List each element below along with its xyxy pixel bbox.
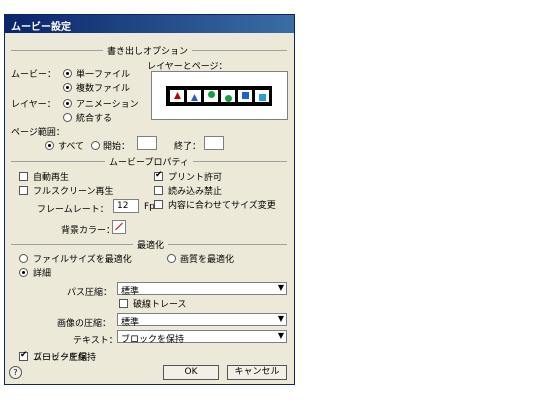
image-compress-select[interactable]: 標準 ▼: [117, 313, 287, 328]
detail-label: 詳細: [33, 269, 52, 279]
export-options-heading: 書き出しオプション: [103, 44, 193, 57]
path-compress-value: 標準: [121, 287, 140, 297]
optimize-size-radio[interactable]: [19, 254, 28, 263]
window-title: ムービー設定: [11, 22, 71, 33]
optimize-quality-radio[interactable]: [167, 254, 176, 263]
chevron-down-icon: ▼: [277, 314, 284, 323]
all-pages-label: すべて: [58, 142, 85, 152]
text-label: テキスト：: [73, 336, 118, 346]
start-page-input[interactable]: [137, 136, 157, 150]
bg-color-label: 背景カラー：: [61, 226, 116, 236]
cyan-square-icon: [259, 94, 266, 101]
frame-rate-input[interactable]: 12: [113, 199, 139, 213]
read-only-checkbox[interactable]: [154, 186, 163, 195]
fit-size-label: 内容に合わせてサイズ変更: [168, 201, 276, 211]
combine-label: 統合する: [76, 114, 113, 124]
bg-color-swatch[interactable]: [112, 220, 126, 234]
multi-file-label: 複数ファイル: [76, 84, 131, 94]
fullscreen-label: フルスクリーン再生: [33, 187, 114, 197]
green-circle-icon: [208, 91, 215, 98]
end-page-input[interactable]: [204, 136, 224, 150]
frame-rate-label: フレームレート：: [37, 205, 109, 215]
image-compress-label: 画像の圧縮：: [57, 319, 112, 329]
fullscreen-checkbox[interactable]: [19, 186, 28, 195]
detail-radio[interactable]: [19, 268, 28, 277]
movie-compress-checkbox[interactable]: [19, 350, 28, 361]
movie-settings-dialog: ムービー設定 書き出しオプション ムービー： 単一ファイル 複数ファイル レイヤ…: [4, 14, 295, 385]
text-select[interactable]: ブロックを保持 ▼: [117, 330, 287, 345]
print-allowed-checkbox[interactable]: [154, 170, 163, 181]
all-pages-radio[interactable]: [45, 141, 54, 150]
cancel-button[interactable]: キャンセル: [227, 365, 287, 380]
ok-label: OK: [184, 367, 198, 377]
blue-square-icon: [242, 92, 249, 99]
movie-label: ムービー：: [11, 70, 57, 80]
trace-broken-label: 破線トレース: [133, 300, 187, 310]
frame-rate-value: 12: [117, 201, 129, 211]
film-strip-icon: [166, 86, 272, 106]
path-compress-label: パス圧縮：: [67, 288, 113, 298]
start-page-radio[interactable]: [91, 141, 100, 150]
ok-button[interactable]: OK: [163, 365, 219, 380]
optimize-size-label: ファイルサイズを最適化: [33, 255, 132, 265]
trace-broken-checkbox[interactable]: [119, 299, 128, 308]
green-dot-icon: [225, 95, 232, 102]
no-color-icon: [115, 222, 123, 231]
end-label: 終了：: [174, 142, 202, 152]
optimize-quality-label: 画質を最適化: [180, 255, 235, 265]
read-only-label: 読み込み禁止: [168, 187, 223, 197]
chevron-down-icon: ▼: [277, 331, 284, 340]
path-compress-select[interactable]: 標準 ▼: [117, 282, 287, 297]
multi-file-radio[interactable]: [63, 83, 72, 92]
chevron-down-icon: ▼: [277, 283, 284, 292]
layer-label: レイヤー：: [11, 100, 56, 110]
combine-radio[interactable]: [63, 113, 72, 122]
image-compress-value: 標準: [121, 318, 140, 328]
print-allowed-label: プリント許可: [168, 173, 223, 183]
autoplay-checkbox[interactable]: [19, 172, 28, 181]
optimization-heading: 最適化: [133, 238, 169, 251]
page-range-label: ページ範囲：: [11, 128, 65, 138]
fit-size-checkbox[interactable]: [154, 200, 163, 209]
animation-label: アニメーション: [76, 100, 139, 110]
title-bar[interactable]: ムービー設定: [5, 15, 294, 33]
cancel-label: キャンセル: [234, 367, 280, 377]
single-file-radio[interactable]: [63, 69, 72, 78]
movie-compress-label: ムービー圧縮: [33, 353, 88, 363]
start-label: 開始：: [103, 142, 131, 152]
autoplay-label: 自動再生: [33, 173, 70, 183]
movie-properties-heading: ムービープロパティ: [105, 155, 193, 168]
help-button[interactable]: ?: [9, 366, 22, 379]
single-file-label: 単一ファイル: [76, 70, 131, 80]
animation-radio[interactable]: [63, 99, 72, 108]
layers-pages-preview: [151, 71, 288, 120]
help-icon: ?: [13, 368, 18, 377]
text-value: ブロックを保持: [121, 335, 185, 345]
